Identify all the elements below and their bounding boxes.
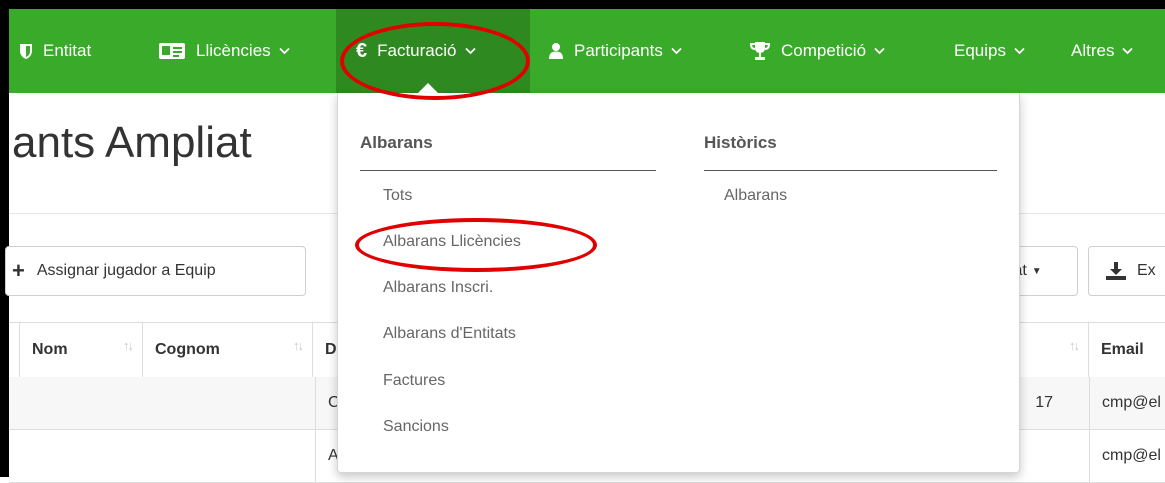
euro-icon: € [356,39,368,62]
plus-icon: + [12,258,25,283]
nav-participants-label: Participants [574,41,663,60]
chevron-down-icon [279,47,290,55]
table-cell [1009,430,1089,482]
nav-participants[interactable]: Participants [548,9,682,93]
menu-item-albarans-inscri[interactable]: Albarans Inscri. [383,279,493,297]
column-header-cognom[interactable]: Cognom ↑↓ [143,323,313,377]
column-header-d-label: D [325,341,337,358]
nav-facturacio[interactable]: € Facturació [336,9,530,93]
export-label: Ex [1137,262,1156,279]
nav-entitat-label: Entitat [43,41,92,60]
id-card-icon [158,42,186,60]
column-header-nom[interactable]: Nom ↑↓ [20,323,143,377]
page-title: ants Ampliat [12,118,252,167]
menu-item-factures[interactable]: Factures [383,372,445,390]
screenshot-border-top [0,0,1165,9]
shield-icon [19,43,33,60]
chevron-down-icon [464,47,476,55]
menu-heading-albarans: Albarans [360,133,433,152]
dropdown-caret [418,83,438,93]
facturacio-dropdown-menu: Albarans Tots Albarans Llicències Albara… [337,93,1020,473]
chevron-down-icon [671,47,682,55]
nav-equips-label: Equips [954,41,1006,60]
sort-icon: ↑↓ [123,338,134,353]
assign-player-button[interactable]: + Assignar jugador a Equip [5,246,306,296]
table-cell: 17 [1035,394,1053,411]
chevron-down-icon [1014,47,1025,55]
sort-icon: ↑↓ [293,338,304,353]
export-button[interactable]: Ex [1088,246,1165,296]
nav-competicio[interactable]: Competició [749,9,885,93]
menu-heading-divider [360,170,656,171]
nav-equips[interactable]: Equips [954,9,1025,93]
caret-down-icon: ▼ [1031,265,1042,277]
nav-llicencies[interactable]: Llicències [158,9,290,93]
user-icon [548,42,564,60]
chevron-down-icon [1122,47,1134,55]
nav-altres-label: Altres [1071,41,1115,60]
column-header-email[interactable]: Email [1089,323,1165,377]
menu-item-albarans-llicencies[interactable]: Albarans Llicències [383,233,521,251]
menu-item-tots[interactable]: Tots [383,187,412,205]
assign-player-label: Assignar jugador a Equip [36,262,216,279]
column-header-cognom-label: Cognom [155,341,220,358]
nav-altres[interactable]: Altres [1071,9,1134,93]
table-cell: cmp@el [1089,430,1165,482]
menu-item-albarans-entitats[interactable]: Albarans d'Entitats [383,325,516,343]
download-icon [1105,261,1127,281]
screenshot-border-left [0,0,9,477]
nav-competicio-label: Competició [781,41,867,60]
menu-heading-divider [704,170,997,171]
nav-facturacio-label: Facturació [377,41,457,60]
nav-entitat[interactable]: Entitat [19,9,91,93]
table-cell: cmp@el [1089,377,1165,429]
column-header-nom-label: Nom [32,341,68,358]
column-header-email-label: Email [1101,341,1144,358]
chevron-down-icon [874,47,885,55]
menu-heading-historics: Històrics [704,133,777,152]
nav-llicencies-label: Llicències [196,41,271,60]
menu-item-sancions[interactable]: Sancions [383,418,449,436]
menu-item-historic-albarans[interactable]: Albarans [724,187,787,205]
column-header-select[interactable] [9,323,20,377]
trophy-icon [749,41,771,61]
sort-icon: ↑↓ [1069,338,1080,353]
column-header-prev[interactable]: ↑↓ [1017,323,1089,377]
